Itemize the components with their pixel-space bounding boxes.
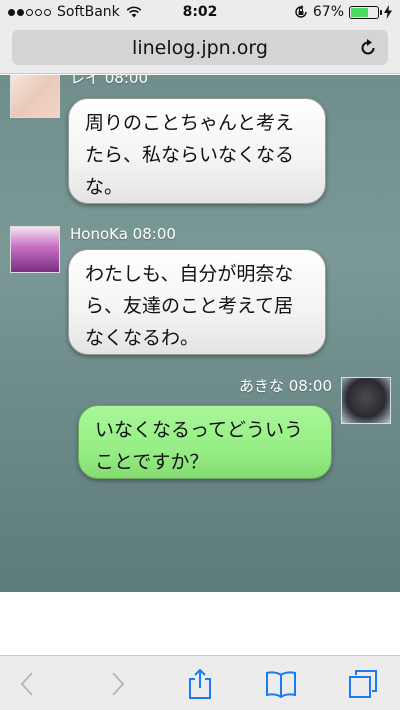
sender-name: あきな 08:00 [239, 377, 332, 395]
address-bar[interactable]: linelog.jpn.org [12, 30, 388, 65]
signal-dot [26, 8, 33, 16]
status-left: SoftBank [8, 4, 142, 20]
sender-name: HonoKa 08:00 [70, 225, 176, 243]
battery-icon [349, 5, 382, 19]
bolt-icon [384, 5, 392, 19]
reload-icon[interactable] [358, 38, 378, 58]
carrier-name: SoftBank [57, 4, 120, 20]
sender-name: レイ 08:00 [70, 75, 148, 87]
signal-dot [17, 8, 24, 16]
chat-log[interactable]: レイ 08:00 周りのことちゃんと考え たら、私ならいなくなる な。 Hono… [0, 75, 400, 592]
address-bar-area: linelog.jpn.org [0, 24, 400, 74]
signal-strength-icon [8, 8, 51, 16]
battery-level [351, 7, 369, 17]
message-bubble: わたしも、自分が明奈な ら、友達のこと考えて居 なくなるわ。 [68, 249, 326, 355]
share-icon[interactable] [183, 667, 217, 701]
signal-dot [8, 8, 15, 16]
browser-toolbar [0, 655, 400, 710]
signal-dot [35, 8, 42, 16]
avatar [10, 226, 60, 273]
chevron-right-icon[interactable] [100, 667, 134, 701]
avatar [10, 75, 60, 118]
status-bar: SoftBank 8:02 67% [0, 0, 400, 24]
orientation-lock-icon [295, 5, 307, 18]
status-right: 67% [294, 4, 392, 20]
url-text: linelog.jpn.org [132, 36, 268, 59]
chevron-left-icon[interactable] [12, 667, 46, 701]
avatar [341, 377, 391, 424]
message-bubble: 周りのことちゃんと考え たら、私ならいなくなる な。 [68, 98, 326, 204]
battery-percent: 67% [312, 4, 344, 20]
message-bubble: いなくなるってどういう ことですか？ [78, 405, 332, 479]
wifi-icon [126, 6, 142, 18]
tabs-icon[interactable] [346, 667, 380, 701]
book-icon[interactable] [264, 667, 298, 701]
signal-dot [44, 8, 51, 16]
